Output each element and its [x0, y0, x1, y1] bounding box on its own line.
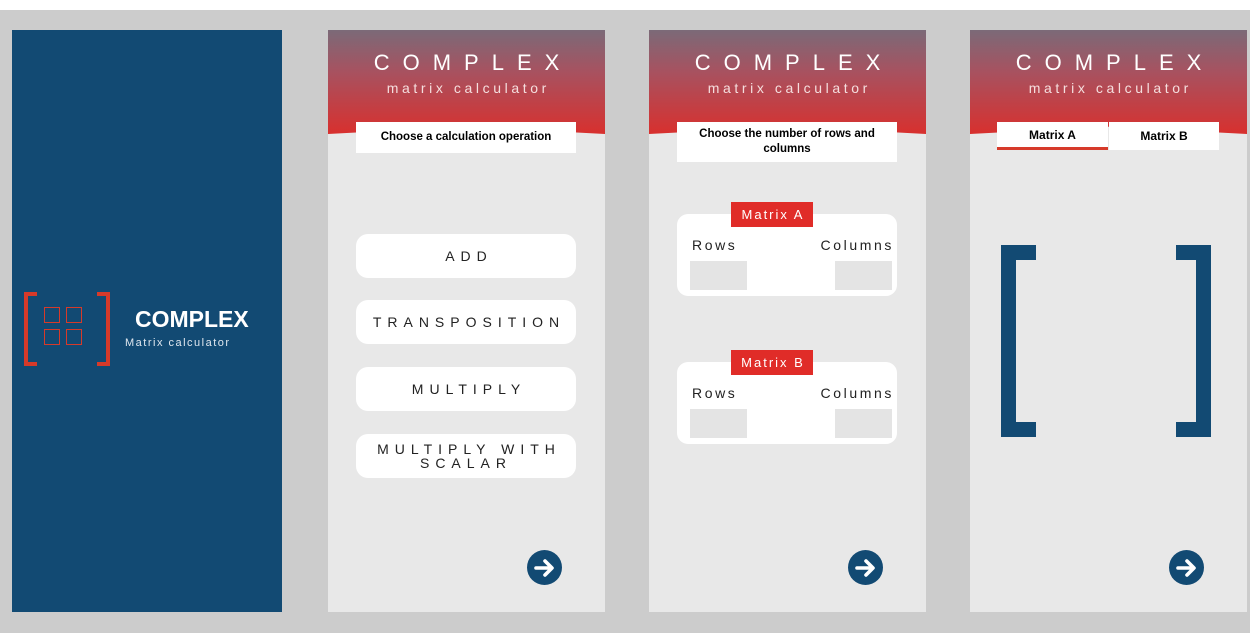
next-button[interactable]	[1169, 550, 1204, 585]
header-title: COMPLEX	[1015, 50, 1215, 75]
arrow-right-icon	[533, 558, 554, 577]
tab-matrix-b[interactable]: Matrix B	[1109, 122, 1219, 150]
splash-subtitle: Matrix calculator	[125, 337, 231, 349]
app-header: COMPLEX matrix calculator	[649, 30, 926, 134]
header-subtitle: matrix calculator	[707, 80, 871, 96]
matrix-input-screen: COMPLEX matrix calculator Matrix A Matri…	[970, 30, 1247, 612]
matrix-bracket-grid-icon	[24, 292, 110, 366]
tab-matrix-a[interactable]: Matrix A	[997, 122, 1108, 150]
matrix-a-columns-input[interactable]	[835, 261, 892, 290]
next-button[interactable]	[527, 550, 562, 585]
matrix-b-label: Matrix B	[731, 350, 813, 375]
header-title: COMPLEX	[373, 50, 573, 75]
multiply-button[interactable]: MULTIPLY	[356, 367, 576, 411]
app-header: COMPLEX matrix calculator	[970, 30, 1247, 134]
arrow-right-icon	[1175, 558, 1196, 577]
instruction-label: Choose a calculation operation	[356, 122, 576, 153]
columns-label: Columns	[820, 237, 894, 253]
instruction-label: Choose the number of rows and columns	[677, 122, 897, 162]
matrix-b-card: Matrix B Rows Columns	[677, 350, 897, 444]
dimensions-screen: COMPLEX matrix calculator Choose the num…	[649, 30, 926, 612]
rows-label: Rows	[692, 237, 738, 253]
header-title: COMPLEX	[694, 50, 894, 75]
transposition-button[interactable]: TRANSPOSITION	[356, 300, 576, 344]
left-matrix-bracket	[1001, 245, 1036, 437]
right-matrix-bracket	[1176, 245, 1211, 437]
splash-screen: COMPLEX Matrix calculator	[12, 30, 282, 612]
arrow-right-icon	[854, 558, 875, 577]
header-subtitle: matrix calculator	[386, 80, 550, 96]
matrix-a-label: Matrix A	[731, 202, 813, 227]
next-button[interactable]	[848, 550, 883, 585]
operations-screen: COMPLEX matrix calculator Choose a calcu…	[328, 30, 605, 612]
header-subtitle: matrix calculator	[1028, 80, 1192, 96]
matrix-a-rows-input[interactable]	[690, 261, 747, 290]
matrix-b-columns-input[interactable]	[835, 409, 892, 438]
matrix-a-card: Matrix A Rows Columns	[677, 202, 897, 296]
matrix-b-rows-input[interactable]	[690, 409, 747, 438]
app-header: COMPLEX matrix calculator	[328, 30, 605, 134]
columns-label: Columns	[820, 385, 894, 401]
rows-label: Rows	[692, 385, 738, 401]
splash-title: COMPLEX	[135, 306, 249, 332]
add-button[interactable]: ADD	[356, 234, 576, 278]
multiply-with-scalar-button[interactable]: MULTIPLY WITH SCALAR	[356, 434, 576, 478]
